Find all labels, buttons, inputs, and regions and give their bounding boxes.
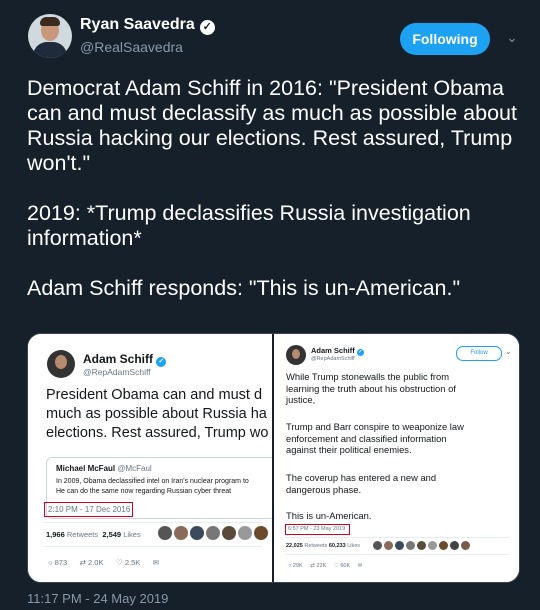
right-screenshot[interactable]: Adam Schiff ✓ @RepAdamSchiff Follow ⌄ Wh… xyxy=(274,334,519,582)
tweet-timestamp[interactable]: 11:17 PM - 24 May 2019 xyxy=(27,591,168,606)
message-icon[interactable]: ✉ xyxy=(153,558,159,567)
verified-badge-icon: ✓ xyxy=(199,20,215,35)
author-name[interactable]: Ryan Saavedra ✓ xyxy=(80,16,215,35)
message-icon[interactable]: ✉ xyxy=(358,563,363,569)
schiff-avatar xyxy=(47,350,75,378)
verified-badge-icon: ✓ xyxy=(156,357,167,367)
schiff-2019-paragraph: This is un-American. xyxy=(286,510,372,521)
following-button[interactable]: Following xyxy=(400,23,490,55)
engagement-stats: 1,966 Retweets 2,549 Likes xyxy=(46,530,141,539)
retweet-icon[interactable]: ⇄ xyxy=(80,558,86,567)
divider xyxy=(285,554,509,555)
divider xyxy=(44,522,262,523)
schiff-handle: @RepAdamSchiff xyxy=(83,367,151,377)
schiff-name: Adam Schiff ✓ xyxy=(311,346,364,356)
retweet-icon[interactable]: ⇄ xyxy=(310,563,315,569)
schiff-2019-paragraph: While Trump stonewalls the public from l… xyxy=(286,371,456,405)
quote-author-name: Michael McFaul xyxy=(56,464,116,473)
avatar[interactable] xyxy=(28,14,72,58)
left-screenshot[interactable]: Adam Schiff ✓ @RepAdamSchiff President O… xyxy=(28,334,272,582)
schiff-2019-paragraph: The coverup has entered a new and danger… xyxy=(286,472,437,495)
tweet-header: Ryan Saavedra ✓ @RealSaavedra Following ⌄ xyxy=(28,12,528,68)
divider xyxy=(44,546,262,547)
reply-icon[interactable]: ○ xyxy=(48,558,53,567)
tweet-paragraph: Democrat Adam Schiff in 2016: "President… xyxy=(27,76,517,175)
divider xyxy=(285,537,509,538)
tweet-actions: ○ 29K ⇄ 22K ♡ 60K ✉ xyxy=(288,563,363,569)
schiff-avatar xyxy=(286,345,306,365)
tweet-paragraph: Adam Schiff responds: "This is un-Americ… xyxy=(27,276,461,300)
engagement-stats: 22,025 Retweets 60,233 Likes xyxy=(286,543,361,549)
tweet-paragraph: 2019: *Trump declassifies Russia investi… xyxy=(27,201,471,250)
schiff-name: Adam Schiff ✓ xyxy=(83,352,167,367)
chevron-down-icon[interactable]: ⌄ xyxy=(505,347,512,356)
like-icon[interactable]: ♡ xyxy=(116,558,123,567)
follow-button[interactable]: Follow xyxy=(456,346,502,361)
tweet-text: Democrat Adam Schiff in 2016: "President… xyxy=(27,76,522,326)
reply-icon[interactable]: ○ xyxy=(288,563,291,569)
chevron-down-icon[interactable]: ⌄ xyxy=(504,30,520,46)
tweet-media[interactable]: Adam Schiff ✓ @RepAdamSchiff President O… xyxy=(27,333,520,583)
quote-author-handle: @McFaul xyxy=(117,464,152,473)
timestamp-highlight: 6:57 PM - 23 May 2019 xyxy=(285,524,350,535)
schiff-handle: @RepAdamSchiff xyxy=(311,356,355,362)
tweet-actions: ○ 873 ⇄ 2.0K ♡ 2.5K ✉ xyxy=(48,558,160,567)
quote-text: In 2009, Obama declassified intel on Ira… xyxy=(56,478,249,495)
verified-badge-icon: ✓ xyxy=(356,349,364,356)
like-icon[interactable]: ♡ xyxy=(334,563,339,569)
author-handle[interactable]: @RealSaavedra xyxy=(80,39,183,55)
schiff-2016-text: President Obama can and must d much as p… xyxy=(46,387,269,441)
schiff-2019-paragraph: Trump and Barr conspire to weaponize law… xyxy=(286,421,464,455)
timestamp-highlight: 2:10 PM - 17 Dec 2016 xyxy=(44,502,133,517)
